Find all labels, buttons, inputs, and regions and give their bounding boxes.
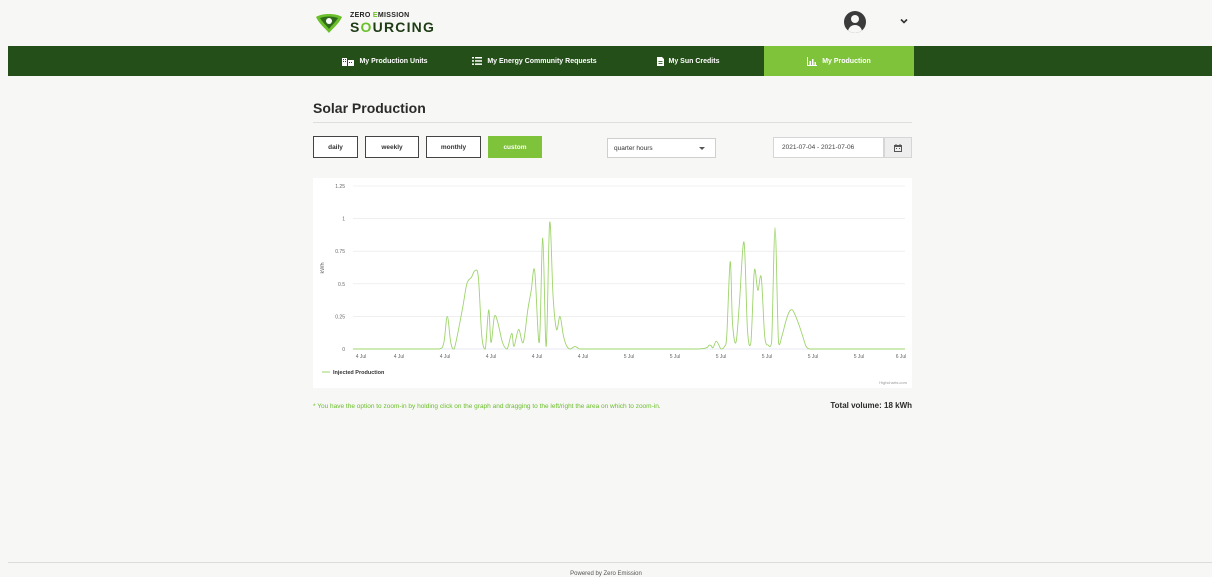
nav-label: My Energy Community Requests xyxy=(487,57,597,65)
custom-button[interactable]: custom xyxy=(488,136,542,158)
brand-wordmark: ZERO EMISSION SOURCING xyxy=(350,12,436,35)
chevron-down-icon[interactable] xyxy=(898,15,910,27)
date-range-input[interactable]: 2021-07-04 - 2021-07-06 xyxy=(773,137,884,158)
x-tick-label: 5 Jul xyxy=(854,354,865,360)
nav-label: My Production xyxy=(822,57,871,65)
y-tick-label: 0 xyxy=(342,347,345,353)
granularity-value: quarter hours xyxy=(614,144,653,152)
x-tick-label: 4 Jul xyxy=(486,354,497,360)
caret-down-icon xyxy=(699,147,705,150)
x-tick-label: 5 Jul xyxy=(716,354,727,360)
weekly-button[interactable]: weekly xyxy=(365,136,419,158)
nav-label: My Production Units xyxy=(359,57,428,65)
x-tick-label: 5 Jul xyxy=(762,354,773,360)
chart-legend[interactable]: Injected Production xyxy=(322,370,385,376)
x-tick-label: 6 Jul xyxy=(896,354,907,360)
y-axis-label: kWh xyxy=(320,263,326,274)
y-tick-label: 1.25 xyxy=(335,184,345,190)
y-tick-label: 0.75 xyxy=(335,249,345,255)
daily-button[interactable]: daily xyxy=(313,136,358,158)
x-tick-label: 5 Jul xyxy=(624,354,635,360)
nav-item-sun-credits[interactable]: My Sun Credits xyxy=(612,46,764,76)
leaf-logo-icon xyxy=(316,14,342,33)
x-tick-label: 4 Jul xyxy=(394,354,405,360)
footer-text: Powered by Zero Emission xyxy=(570,571,642,577)
footer-divider xyxy=(8,562,1212,563)
monthly-button[interactable]: monthly xyxy=(426,136,481,158)
production-chart[interactable]: 0 0.25 0.5 0.75 1 1.25 4 Jul 4 Jul 4 Jul 4 Jul 4 … xyxy=(313,178,912,388)
main-nav: My Production Units My Energy Community … xyxy=(8,46,1212,76)
x-tick-label: 4 Jul xyxy=(532,354,543,360)
y-tick-label: 0.25 xyxy=(335,314,345,320)
x-tick-label: 4 Jul xyxy=(440,354,451,360)
chart-canvas[interactable]: 0 0.25 0.5 0.75 1 1.25 4 Jul 4 Jul 4 Jul 4 Jul 4 … xyxy=(313,178,912,388)
total-volume: Total volume: 18 kWh xyxy=(830,401,912,410)
calendar-icon xyxy=(894,143,902,152)
calendar-button[interactable] xyxy=(884,137,912,158)
x-tick-label: 4 Jul xyxy=(578,354,589,360)
nav-label: My Sun Credits xyxy=(668,57,720,65)
chart-credit[interactable]: Highcharts.com xyxy=(879,380,907,385)
y-tick-label: 1 xyxy=(342,217,345,223)
zoom-hint: * You have the option to zoom-in by hold… xyxy=(313,403,661,410)
nav-item-production-units[interactable]: My Production Units xyxy=(313,46,457,76)
x-tick-label: 5 Jul xyxy=(670,354,681,360)
nav-item-my-production[interactable]: My Production xyxy=(764,46,914,76)
nav-item-energy-community-requests[interactable]: My Energy Community Requests xyxy=(457,46,612,76)
page-title: Solar Production xyxy=(313,100,426,116)
y-tick-label: 0.5 xyxy=(338,282,345,288)
legend-label[interactable]: Injected Production xyxy=(333,370,385,376)
brand-logo[interactable]: ZERO EMISSION SOURCING xyxy=(314,9,435,37)
building-icon xyxy=(342,57,355,66)
granularity-select[interactable]: quarter hours xyxy=(607,138,716,158)
series-line-injected-production[interactable] xyxy=(352,221,905,350)
user-circle-icon[interactable] xyxy=(844,11,866,33)
top-header: ZERO EMISSION SOURCING xyxy=(0,0,1212,46)
x-tick-label: 5 Jul xyxy=(808,354,819,360)
list-icon xyxy=(472,57,483,65)
document-icon xyxy=(656,56,664,66)
x-tick-label: 4 Jul xyxy=(356,354,367,360)
bar-chart-icon xyxy=(807,56,818,66)
title-divider xyxy=(313,122,912,123)
